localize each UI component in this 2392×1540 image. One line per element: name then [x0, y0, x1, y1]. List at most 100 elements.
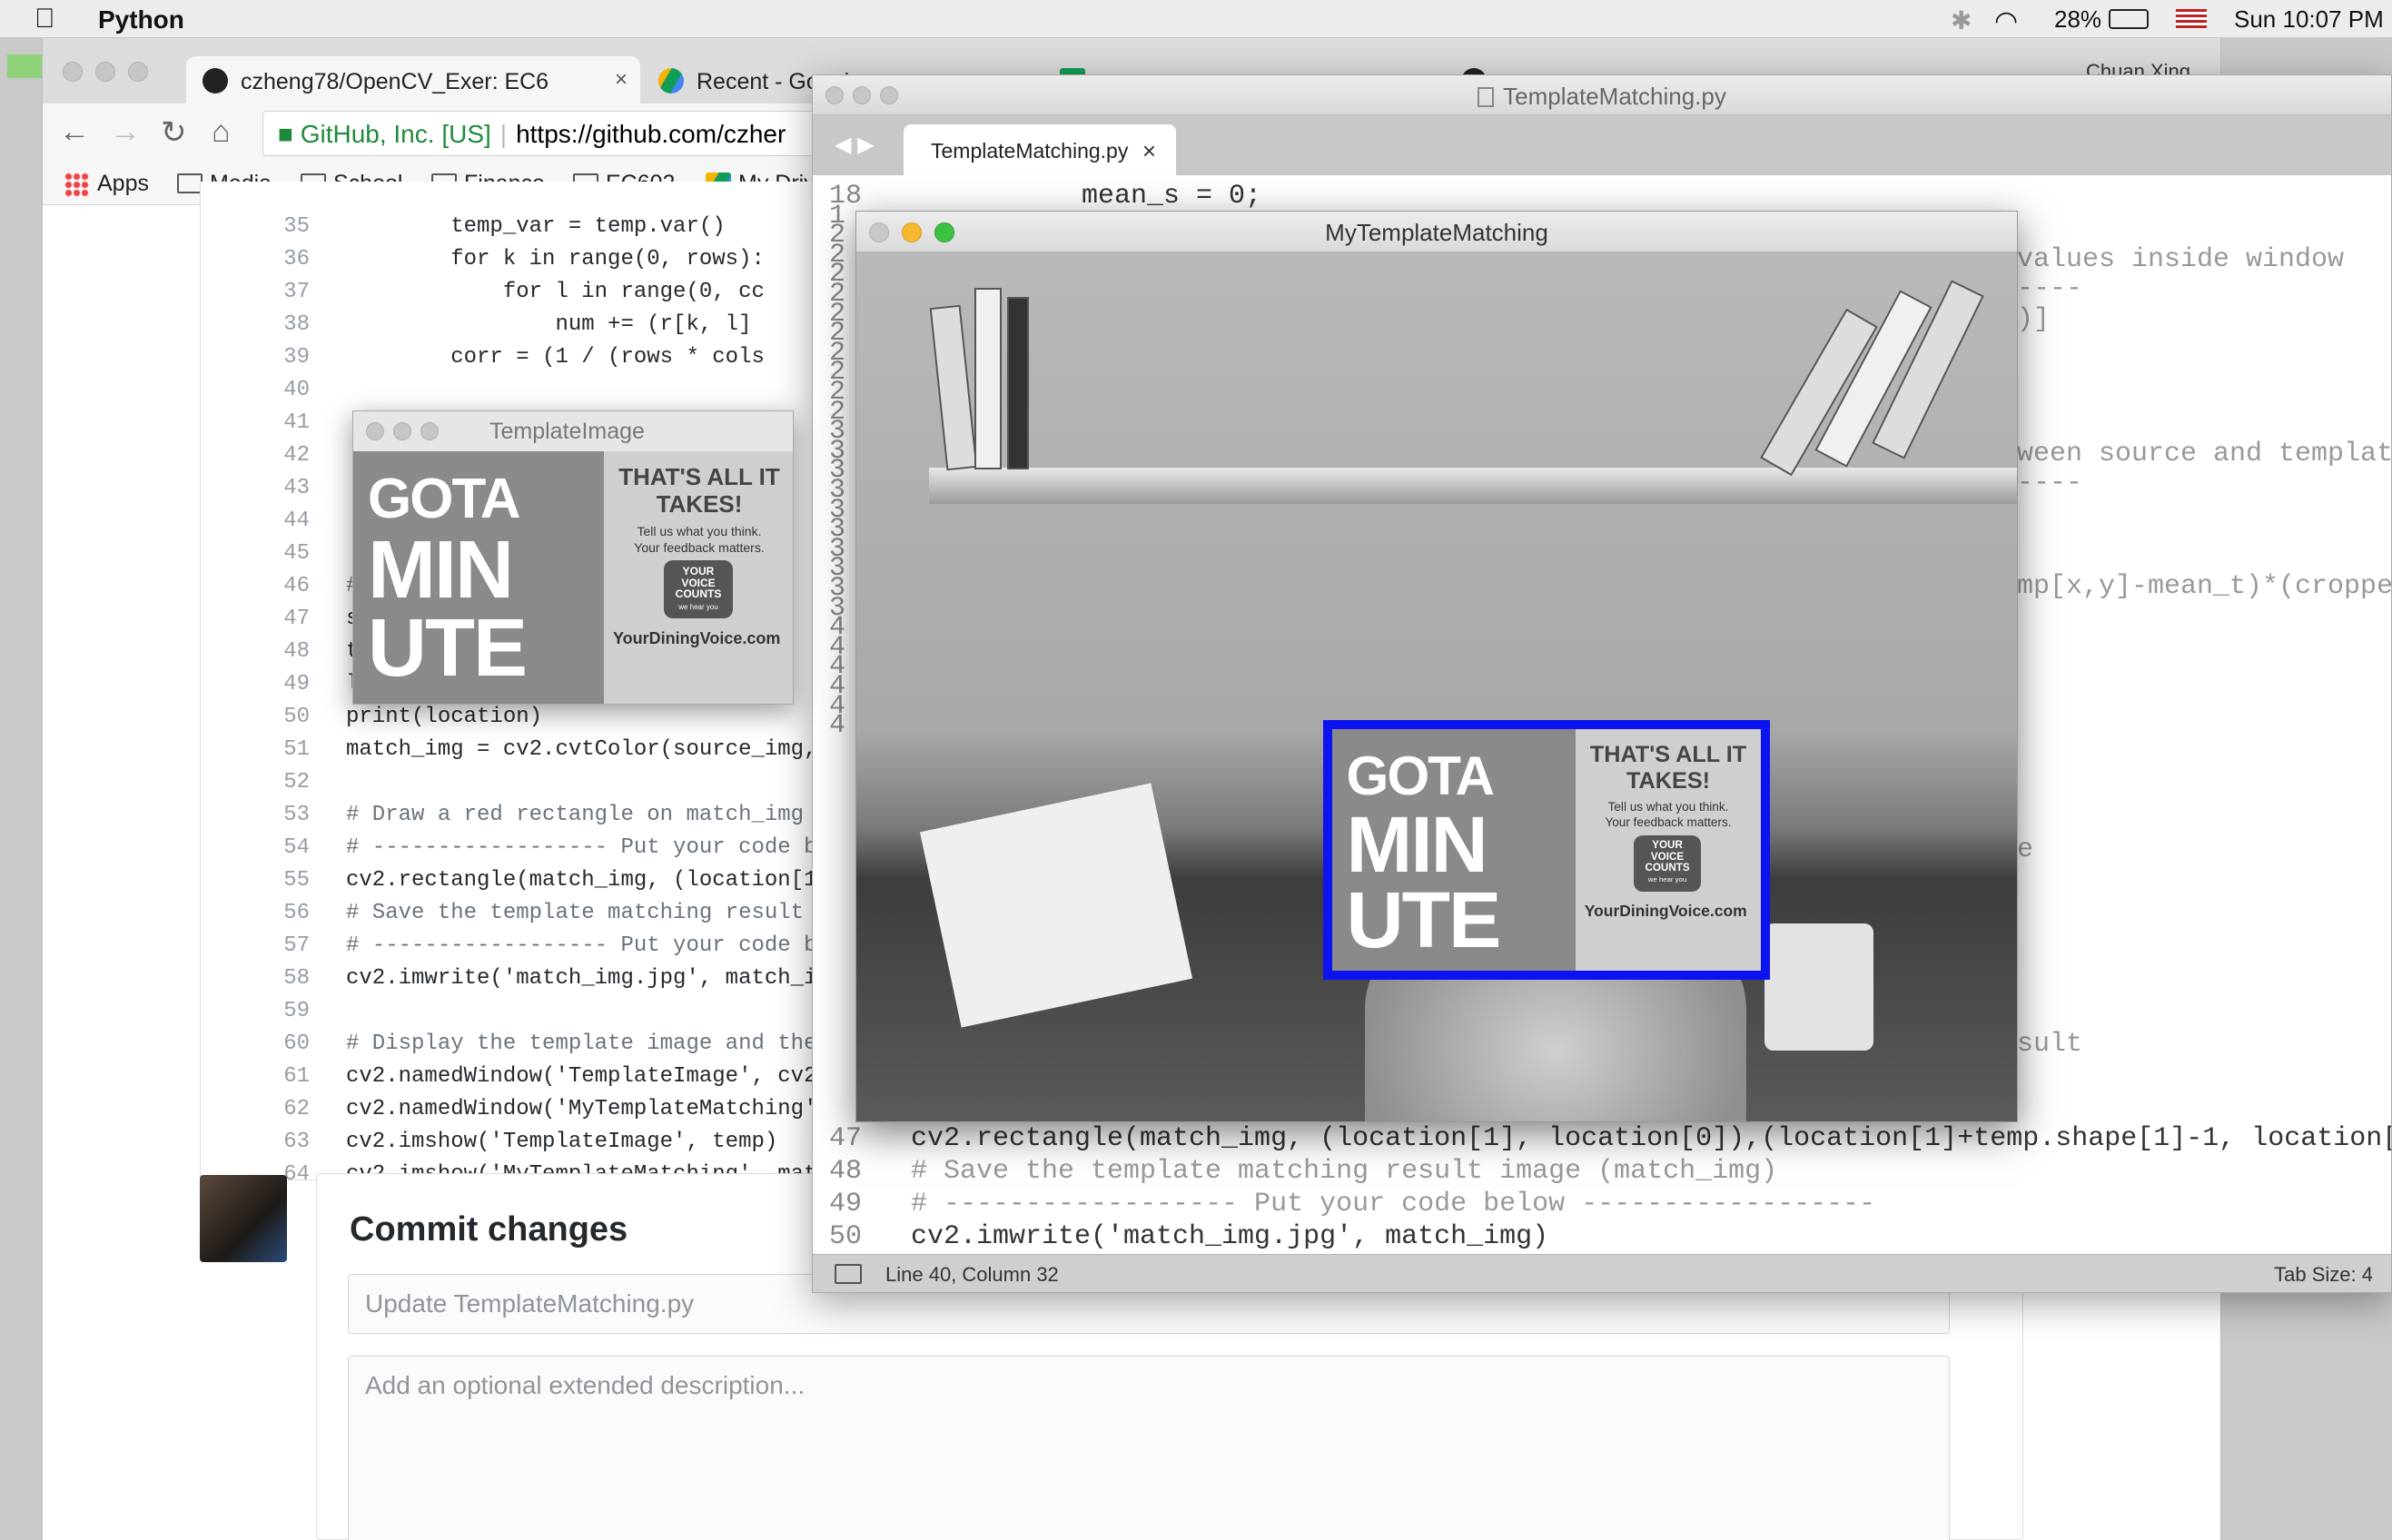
match-window-titlebar: MyTemplateMatching [856, 212, 2017, 252]
tab-nav-arrows-icon[interactable]: ◀ ▶ [835, 132, 875, 158]
back-icon[interactable]: ← [59, 114, 90, 150]
tab-label: TemplateMatching.py [931, 139, 1129, 163]
line-number: 50 [283, 705, 310, 729]
tab-size[interactable]: Tab Size: 4 [2274, 1263, 2373, 1287]
clock[interactable]: Sun 10:07 PM [2234, 5, 2384, 34]
line-number: 61 [283, 1064, 310, 1089]
book [1007, 297, 1029, 469]
card-big-text: MIN [368, 525, 514, 616]
voice-counts-badge: YOUR VOICE COUNTS we hear you [664, 560, 733, 618]
flag-input-icon[interactable] [2176, 9, 2207, 29]
code-text: # Draw a red rectangle on match_img [346, 803, 805, 827]
secure-org: GitHub, Inc. [US] [300, 120, 491, 148]
app-menu[interactable]: Python [98, 5, 184, 35]
bluetooth-icon[interactable]: ✱ [1951, 5, 1972, 35]
status-bar: Line 40, Column 32 Tab Size: 4 [813, 1254, 2391, 1292]
paper-pile [919, 783, 1193, 1028]
code-text: temp_var = temp.var() [346, 214, 726, 239]
line-number: 39 [283, 345, 310, 370]
editor-tabbar: ◀ ▶ TemplateMatching.py × [813, 115, 2391, 175]
code-text: cv2.imwrite('match_img.jpg', match_img) [911, 1221, 1549, 1252]
code-text: cv2.imshow('TemplateImage', temp) [346, 1130, 778, 1154]
line-number: 46 [283, 574, 310, 598]
document-icon [1478, 87, 1495, 107]
lock-icon: ■ [278, 120, 293, 148]
battery-percent[interactable]: 28% [2054, 5, 2101, 34]
line-number: 56 [283, 901, 310, 925]
editor-title: TemplateMatching.py [1503, 83, 1726, 110]
card-big-text: GOTA [368, 468, 520, 530]
line-number: 54 [283, 835, 310, 860]
line-number: 40 [283, 378, 310, 402]
book [929, 304, 978, 471]
code-text: cv2.namedWindow('MyTemplateMatching' [346, 1097, 817, 1121]
zoom-window-button[interactable] [128, 62, 148, 82]
minimize-window-button[interactable] [902, 222, 922, 242]
close-window-button[interactable] [63, 62, 83, 82]
line-number: 53 [283, 803, 310, 827]
card-url: YourDiningVoice.com [613, 629, 781, 647]
battery-icon[interactable] [2109, 9, 2149, 29]
code-text: for k in range(0, rows): [346, 247, 765, 271]
line-number: 57 [283, 933, 310, 958]
code-text: print(location) [346, 705, 543, 729]
template-window-titlebar: TemplateImage [353, 411, 793, 451]
zoom-window-button[interactable] [880, 86, 898, 104]
close-window-button[interactable] [869, 222, 889, 242]
line-number: 47 [283, 607, 310, 631]
tab-label: czheng78/OpenCV_Exer: EC6 [241, 69, 549, 94]
match-window: MyTemplateMatching GOTA MIN UTE THAT'S ALL … [855, 211, 2018, 1122]
close-window-button[interactable] [366, 422, 384, 440]
close-window-button[interactable] [825, 86, 844, 104]
minimize-window-button[interactable] [853, 86, 871, 104]
minimize-window-button[interactable] [393, 422, 411, 440]
background-window-edge [7, 54, 44, 78]
line-number: 48 [829, 1156, 863, 1187]
line-number: 58 [283, 966, 310, 991]
zoom-window-button[interactable] [420, 422, 439, 440]
line-number: 42 [283, 443, 310, 468]
line-number: 43 [283, 476, 310, 500]
close-tab-icon[interactable]: × [1142, 137, 1156, 165]
code-text: # ------------------ Put your code below… [911, 1189, 1876, 1219]
line-number: 52 [283, 770, 310, 795]
code-text: for l in range(0, cc [346, 280, 765, 304]
panel-toggle-icon[interactable] [835, 1264, 862, 1284]
minimize-window-button[interactable] [95, 62, 115, 82]
commit-description-input[interactable]: Add an optional extended description... [348, 1356, 1950, 1540]
line-number: 36 [283, 247, 310, 271]
bookmark-apps[interactable]: Apps [64, 171, 149, 198]
menu-bar:  Python ✱ ◠ 28% Sun 10:07 PM [0, 0, 2392, 38]
code-text: num += (r[k, l] [346, 312, 752, 337]
card-headline: THAT'S ALL IT [618, 463, 780, 490]
code-text: cv2.namedWindow('TemplateImage', cv2 [346, 1064, 817, 1089]
code-text: cv2.rectangle(match_img, (location[1 [346, 868, 817, 893]
home-icon[interactable]: ⌂ [212, 114, 231, 150]
forward-icon[interactable]: → [110, 114, 141, 150]
card-subtext: Your feedback matters. [634, 540, 765, 555]
mug [1764, 923, 1873, 1051]
code-text: # Display the template image and the [346, 1032, 817, 1056]
tab-templatematching[interactable]: TemplateMatching.py × [904, 124, 1176, 175]
avatar[interactable] [200, 1175, 287, 1262]
reload-icon[interactable]: ↻ [161, 114, 187, 151]
apps-grid-icon [64, 173, 90, 198]
card-headline: TAKES! [656, 490, 743, 518]
code-text: # Save the template matching result [346, 901, 805, 925]
template-image-window: TemplateImage GOTA MIN UTE THAT'S ALL IT TAK… [352, 410, 794, 705]
line-number: 60 [283, 1032, 310, 1056]
card-big-text: UTE [368, 603, 528, 694]
tab-github[interactable]: czheng78/OpenCV_Exer: EC6 × [186, 56, 640, 104]
line-number: 49 [283, 672, 310, 696]
wifi-icon[interactable]: ◠ [1994, 5, 2018, 37]
close-tab-icon[interactable]: × [615, 67, 628, 93]
google-drive-icon [658, 68, 684, 94]
line-number: 49 [829, 1189, 863, 1219]
zoom-window-button[interactable] [934, 222, 954, 242]
apple-menu-icon[interactable]:  [35, 4, 55, 35]
line-number: 45 [283, 541, 310, 566]
line-number: 38 [283, 312, 310, 337]
commit-title: Commit changes [350, 1210, 628, 1249]
code-text: # ------------------ Put your code b [346, 835, 817, 860]
line-number: 35 [283, 214, 310, 239]
